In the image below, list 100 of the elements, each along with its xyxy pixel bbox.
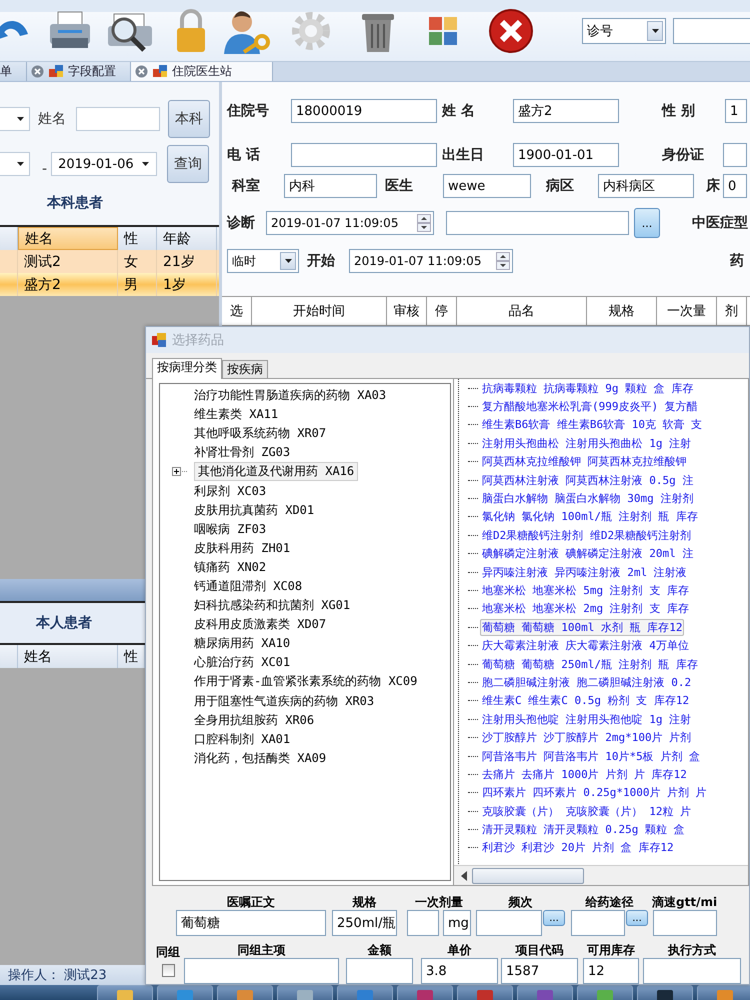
- text-field[interactable]: [446, 211, 629, 235]
- dropdown[interactable]: 临时: [227, 249, 299, 273]
- drug-item[interactable]: 异丙嗪注射液 异丙嗪注射液 2ml 注射液: [480, 564, 689, 581]
- drug-item[interactable]: 去痛片 去痛片 1000片 片剂 片 库存12: [480, 766, 689, 783]
- text-field[interactable]: 盛方2: [513, 99, 619, 123]
- tree-item[interactable]: 消化药，包括酶类 XA09: [190, 748, 330, 768]
- browse-button[interactable]: ...: [543, 910, 565, 926]
- browse-button[interactable]: ...: [634, 208, 660, 238]
- tree-item[interactable]: 妇科抗感染药和抗菌剂 XG01: [190, 596, 354, 616]
- drug-item[interactable]: 注射用头孢他啶 注射用头孢他啶 1g 注射: [480, 710, 694, 728]
- text-field[interactable]: 250ml/瓶: [332, 910, 397, 936]
- drug-item[interactable]: 地塞米松 地塞米松 5mg 注射剂 支 库存: [480, 582, 691, 599]
- column-header[interactable]: 一次量: [657, 297, 717, 325]
- text-field[interactable]: 0: [723, 174, 747, 198]
- column-header[interactable]: 规格: [587, 297, 657, 325]
- tree-item[interactable]: 用于阻塞性气道疾病的药物 XR03: [190, 692, 378, 711]
- text-field[interactable]: 12: [583, 958, 639, 984]
- drug-item[interactable]: 葡萄糖 葡萄糖 250ml/瓶 注射剂 瓶 库存: [480, 656, 700, 673]
- drug-item[interactable]: 复方醋酸地塞米松乳膏(999皮炎平) 复方醋: [480, 398, 700, 416]
- drug-item[interactable]: 地塞米松 地塞米松 2mg 注射剂 支 库存: [480, 600, 691, 618]
- date-dropdown[interactable]: 2019-01-06: [51, 152, 158, 176]
- tab[interactable]: 按疾病: [222, 360, 268, 378]
- text-field[interactable]: [571, 910, 625, 936]
- name-field[interactable]: [76, 107, 160, 131]
- drug-item[interactable]: 利君沙 利君沙 20片 片剂 盒 库存12: [480, 839, 676, 856]
- text-field[interactable]: 1900-01-01: [513, 143, 619, 167]
- text-field[interactable]: [476, 910, 542, 936]
- tab[interactable]: 按病理分类: [152, 358, 222, 379]
- tree-item[interactable]: 其他消化道及代谢用药 XA16: [194, 462, 358, 482]
- tree-item[interactable]: 皮肤科用药 ZH01: [190, 538, 294, 558]
- drug-item[interactable]: 清开灵颗粒 清开灵颗粒 0.25g 颗粒 盒: [480, 821, 687, 838]
- tab[interactable]: 字段配置: [27, 62, 131, 81]
- expand-icon[interactable]: [172, 467, 188, 476]
- drug-item[interactable]: 碘解磷定注射液 碘解磷定注射液 20ml 注: [480, 545, 696, 562]
- tab[interactable]: 住院医生站: [131, 62, 273, 81]
- drug-item[interactable]: 维D2果糖酸钙注射剂 维D2果糖酸钙注射剂: [480, 526, 694, 544]
- drug-item[interactable]: 维生素B6软膏 维生素B6软膏 10克 软膏 支: [480, 416, 704, 434]
- column-header[interactable]: 品名: [457, 297, 587, 325]
- tree-item[interactable]: 其他呼吸系统药物 XR07: [190, 424, 330, 444]
- text-field[interactable]: 3.8: [421, 958, 498, 984]
- drug-item[interactable]: 阿莫西林注射液 阿莫西林注射液 0.5g 注: [480, 472, 696, 489]
- column-header[interactable]: 停: [427, 297, 457, 325]
- table-row[interactable]: 盛方2 男 1岁: [0, 273, 219, 296]
- unit-field[interactable]: mg: [443, 910, 471, 936]
- spin-buttons-icon[interactable]: [496, 252, 510, 270]
- drug-item[interactable]: 四环素片 四环素片 0.25g*1000片 片剂 片: [480, 784, 709, 802]
- tree-item[interactable]: 皮肤用抗真菌药 XD01: [190, 500, 318, 520]
- text-field[interactable]: [346, 958, 413, 984]
- text-field[interactable]: [652, 910, 717, 936]
- tree-item[interactable]: 作用于肾素-血管紧张素系统的药物 XC09: [190, 672, 422, 692]
- tree-item[interactable]: 口腔科制剂 XA01: [190, 730, 294, 749]
- taskbar-button[interactable]: [637, 985, 693, 1000]
- drug-item[interactable]: 阿莫西林克拉维酸钾 阿莫西林克拉维酸钾: [480, 453, 689, 470]
- tab[interactable]: 单: [0, 62, 27, 81]
- drug-item[interactable]: 葡萄糖 葡萄糖 100ml 水剂 瓶 库存12: [480, 618, 684, 636]
- dropdown[interactable]: [0, 107, 30, 131]
- lock-icon[interactable]: [174, 8, 208, 54]
- drug-item[interactable]: 庆大霉素注射液 庆大霉素注射液 4万单位: [480, 637, 691, 654]
- tree-item[interactable]: 皮科用皮质激素类 XD07: [190, 615, 330, 634]
- text-field[interactable]: 内科: [284, 174, 377, 198]
- drug-item[interactable]: 脑蛋白水解物 脑蛋白水解物 30mg 注射剂: [480, 490, 696, 508]
- spin-buttons-icon[interactable]: [417, 214, 431, 232]
- datetime-field[interactable]: 2019-01-07 11:09:05: [349, 249, 513, 273]
- text-field[interactable]: [643, 958, 741, 984]
- text-field[interactable]: [407, 910, 439, 936]
- column-header[interactable]: 剂: [717, 297, 747, 325]
- tree-item[interactable]: 维生素类 XA11: [190, 405, 282, 424]
- horizontal-scrollbar[interactable]: [454, 865, 748, 885]
- taskbar-button[interactable]: [97, 985, 153, 1000]
- tree-item[interactable]: 咽喉病 ZF03: [190, 520, 270, 539]
- drug-item[interactable]: 抗病毒颗粒 抗病毒颗粒 9g 颗粒 盒 库存: [480, 380, 696, 397]
- text-field[interactable]: 1587: [501, 958, 578, 984]
- dept-button[interactable]: 本科: [168, 100, 210, 138]
- text-field[interactable]: [184, 958, 339, 984]
- browse-button[interactable]: ...: [626, 910, 648, 926]
- table-row[interactable]: 测试2 女 21岁: [0, 250, 219, 273]
- drug-item[interactable]: 阿昔洛韦片 阿昔洛韦片 10片*5板 片剂 盒: [480, 748, 702, 764]
- tree-item[interactable]: 治疗功能性胃肠道疾病的药物 XA03: [190, 386, 390, 406]
- drug-item[interactable]: 氯化钠 氯化钠 100ml/瓶 注射剂 瓶 库存: [480, 508, 700, 526]
- drug-item[interactable]: 沙丁胺醇片 沙丁胺醇片 2mg*100片 片剂: [480, 729, 694, 746]
- text-field[interactable]: 葡萄糖: [176, 910, 326, 936]
- drug-item[interactable]: 胞二磷胆碱注射液 胞二磷胆碱注射液 0.2: [480, 674, 694, 691]
- text-field[interactable]: [291, 143, 437, 167]
- text-field[interactable]: 内科病区: [598, 174, 694, 198]
- tree-item[interactable]: 全身用抗组胺药 XR06: [190, 710, 318, 730]
- tree-item[interactable]: 糖尿病用药 XA10: [190, 634, 294, 654]
- tree-item[interactable]: 利尿剂 XC03: [190, 482, 270, 501]
- text-field[interactable]: 18000019: [291, 99, 437, 123]
- query-button[interactable]: 查询: [167, 145, 210, 183]
- search-field[interactable]: [673, 18, 750, 44]
- tree-item[interactable]: 心脏治疗药 XC01: [190, 653, 294, 672]
- drug-item[interactable]: 维生素C 维生素C 0.5g 粉剂 支 库存12: [480, 692, 692, 710]
- column-header[interactable]: 选: [222, 297, 252, 325]
- tree-item[interactable]: 镇痛药 XN02: [190, 558, 270, 577]
- tree-item[interactable]: 补肾壮骨剂 ZG03: [190, 443, 294, 462]
- close-icon[interactable]: [488, 8, 534, 54]
- drug-item[interactable]: 注射用头孢曲松 注射用头孢曲松 1g 注射: [480, 434, 694, 452]
- drug-item[interactable]: 克咳胶囊（片） 克咳胶囊（片） 12粒 片: [480, 802, 694, 820]
- text-field[interactable]: wewe: [443, 174, 531, 198]
- text-field[interactable]: [723, 143, 747, 167]
